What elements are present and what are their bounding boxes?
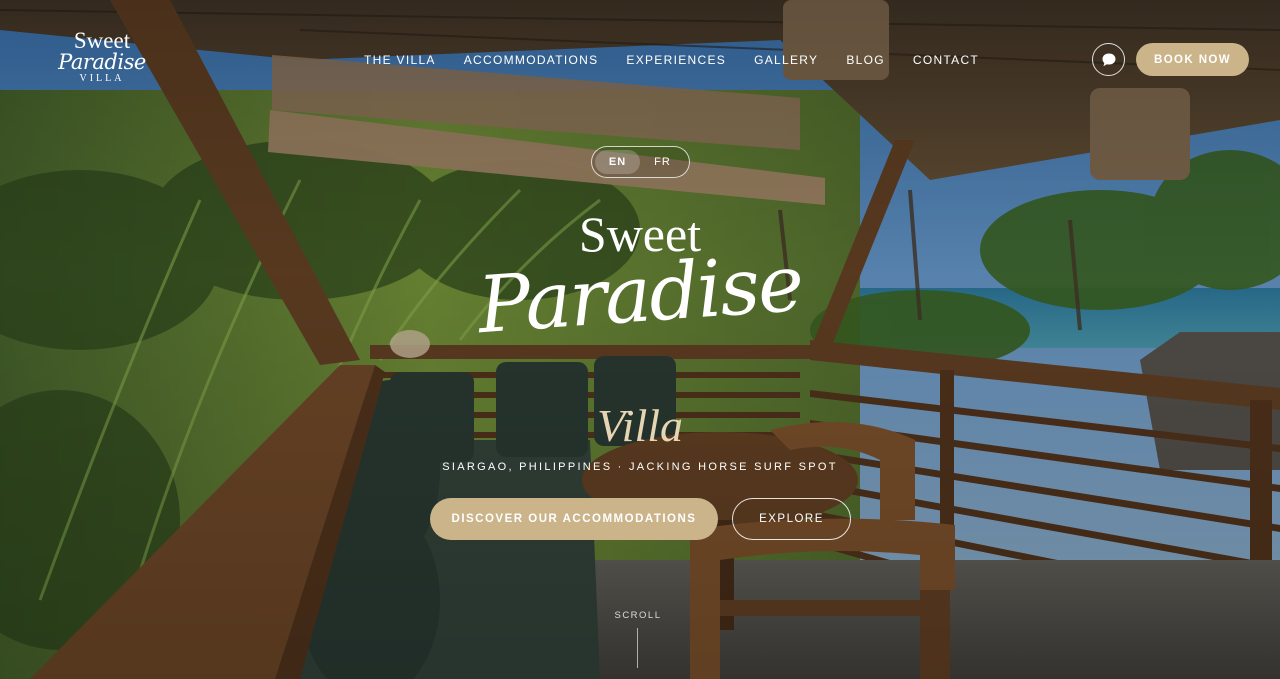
- nav-item-accommodations[interactable]: ACCOMMODATIONS: [464, 52, 599, 68]
- discover-accommodations-button[interactable]: DISCOVER OUR ACCOMMODATIONS: [430, 498, 718, 540]
- nav-item-blog[interactable]: BLOG: [846, 52, 885, 68]
- nav-item-experiences[interactable]: EXPERIENCES: [626, 52, 726, 68]
- main-navigation: THE VILLA ACCOMMODATIONS EXPERIENCES GAL…: [364, 52, 1007, 68]
- site-logo[interactable]: Sweet Paradise VILLA: [52, 28, 152, 92]
- nav-item-the-villa[interactable]: THE VILLA: [364, 52, 436, 68]
- chat-button[interactable]: [1092, 43, 1125, 76]
- logo-villa-text: VILLA: [79, 73, 125, 84]
- scroll-indicator-line: [637, 628, 638, 668]
- hero-location-subtitle: SIARGAO, PHILIPPINES · JACKING HORSE SUR…: [442, 461, 838, 473]
- nav-item-contact[interactable]: CONTACT: [913, 52, 979, 68]
- logo-paradise-text: Paradise: [58, 50, 146, 74]
- scroll-indicator-label[interactable]: SCROLL: [608, 610, 668, 621]
- logo-sweet-text: Sweet: [73, 28, 131, 53]
- language-option-en[interactable]: EN: [595, 150, 640, 174]
- explore-button[interactable]: EXPLORE: [732, 498, 851, 540]
- book-now-button[interactable]: BOOK NOW: [1136, 43, 1249, 76]
- nav-item-gallery[interactable]: GALLERY: [754, 52, 818, 68]
- hero-title-villa: Villa: [596, 400, 684, 451]
- language-option-fr[interactable]: FR: [640, 150, 685, 174]
- chat-bubble-icon: [1102, 53, 1115, 66]
- language-switcher: EN FR: [591, 146, 690, 178]
